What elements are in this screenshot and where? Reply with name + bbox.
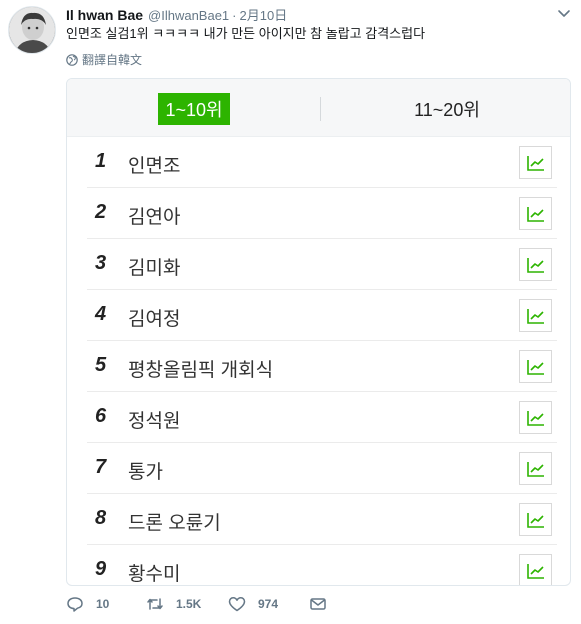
rank-number: 1 — [95, 150, 107, 172]
rank-keyword[interactable]: 김미화 — [128, 253, 180, 280]
retweet-button[interactable]: 1.5K — [146, 596, 201, 612]
ranking-tabs: 1~10위 11~20위 — [67, 79, 570, 137]
direct-message-button[interactable] — [309, 596, 327, 612]
rank-number: 4 — [95, 303, 107, 325]
tweet-date[interactable]: 2月10日 — [240, 5, 288, 24]
rank-number: 7 — [95, 456, 107, 478]
heart-icon — [228, 596, 246, 612]
rank-keyword[interactable]: 드론 오륜기 — [128, 508, 221, 535]
ranking-row[interactable]: 5 평창올림픽 개회식 — [87, 341, 557, 392]
ranking-row[interactable]: 8 드론 오륜기 — [87, 494, 557, 545]
ranking-row[interactable]: 3 김미화 — [87, 239, 557, 290]
rank-number: 2 — [95, 201, 107, 223]
rank-number: 8 — [95, 507, 107, 529]
trend-chart-icon[interactable] — [519, 197, 552, 230]
tweet-header: Il hwan Bae @IlhwanBae1 · 2月10日 — [66, 5, 287, 23]
like-count: 974 — [258, 597, 279, 611]
tweet-text: 인면조 실검1위 ㅋㅋㅋㅋ 내가 만든 아이지만 참 놀랍고 감격스럽다 — [66, 26, 426, 41]
ranking-row[interactable]: 9 황수미 — [87, 545, 557, 585]
rank-keyword[interactable]: 통가 — [128, 457, 163, 484]
retweet-icon — [146, 596, 164, 612]
translate-link[interactable]: 翻譯自韓文 — [66, 51, 142, 68]
ranking-row[interactable]: 1 인면조 — [87, 137, 557, 188]
rank-keyword[interactable]: 인면조 — [128, 151, 180, 178]
rank-keyword[interactable]: 김연아 — [128, 202, 180, 229]
translate-label: 翻譯自韓文 — [82, 53, 143, 67]
separator-dot: · — [232, 8, 237, 23]
avatar[interactable] — [8, 6, 56, 54]
globe-icon — [66, 53, 78, 66]
tab-divider — [320, 97, 321, 121]
trend-chart-icon[interactable] — [519, 350, 552, 383]
rank-keyword[interactable]: 황수미 — [128, 559, 180, 585]
rank-number: 5 — [95, 354, 107, 376]
envelope-icon — [309, 596, 327, 612]
tab-rank-11-20[interactable]: 11~20위 — [397, 93, 497, 125]
tab-rank-1-10[interactable]: 1~10위 — [158, 93, 230, 125]
trend-chart-icon[interactable] — [519, 554, 552, 585]
trend-chart-icon[interactable] — [519, 452, 552, 485]
reply-button[interactable]: 10 — [66, 596, 109, 612]
tweet: Il hwan Bae @IlhwanBae1 · 2月10日 인면조 실검1위… — [0, 0, 581, 624]
trend-chart-icon[interactable] — [519, 248, 552, 281]
rank-number: 9 — [95, 558, 107, 580]
ranking-card[interactable]: 1~10위 11~20위 1 인면조 2 김연아 3 김미화 4 김여정 5 평… — [66, 78, 571, 586]
ranking-row[interactable]: 7 통가 — [87, 443, 557, 494]
trend-chart-icon[interactable] — [519, 299, 552, 332]
user-handle[interactable]: @IlhwanBae1 — [148, 8, 229, 23]
display-name[interactable]: Il hwan Bae — [66, 7, 143, 23]
trend-chart-icon[interactable] — [519, 503, 552, 536]
rank-number: 3 — [95, 252, 107, 274]
retweet-count: 1.5K — [176, 597, 202, 611]
ranking-row[interactable]: 4 김여정 — [87, 290, 557, 341]
ranking-row[interactable]: 2 김연아 — [87, 188, 557, 239]
reply-count: 10 — [96, 597, 110, 611]
rank-keyword[interactable]: 정석원 — [128, 406, 180, 433]
rank-keyword[interactable]: 평창올림픽 개회식 — [128, 355, 273, 382]
like-button[interactable]: 974 — [228, 596, 278, 612]
reply-icon — [66, 596, 84, 612]
chevron-down-icon[interactable] — [557, 9, 571, 19]
rank-number: 6 — [95, 405, 107, 427]
rank-keyword[interactable]: 김여정 — [128, 304, 180, 331]
trend-chart-icon[interactable] — [519, 401, 552, 434]
ranking-row[interactable]: 6 정석원 — [87, 392, 557, 443]
trend-chart-icon[interactable] — [519, 146, 552, 179]
